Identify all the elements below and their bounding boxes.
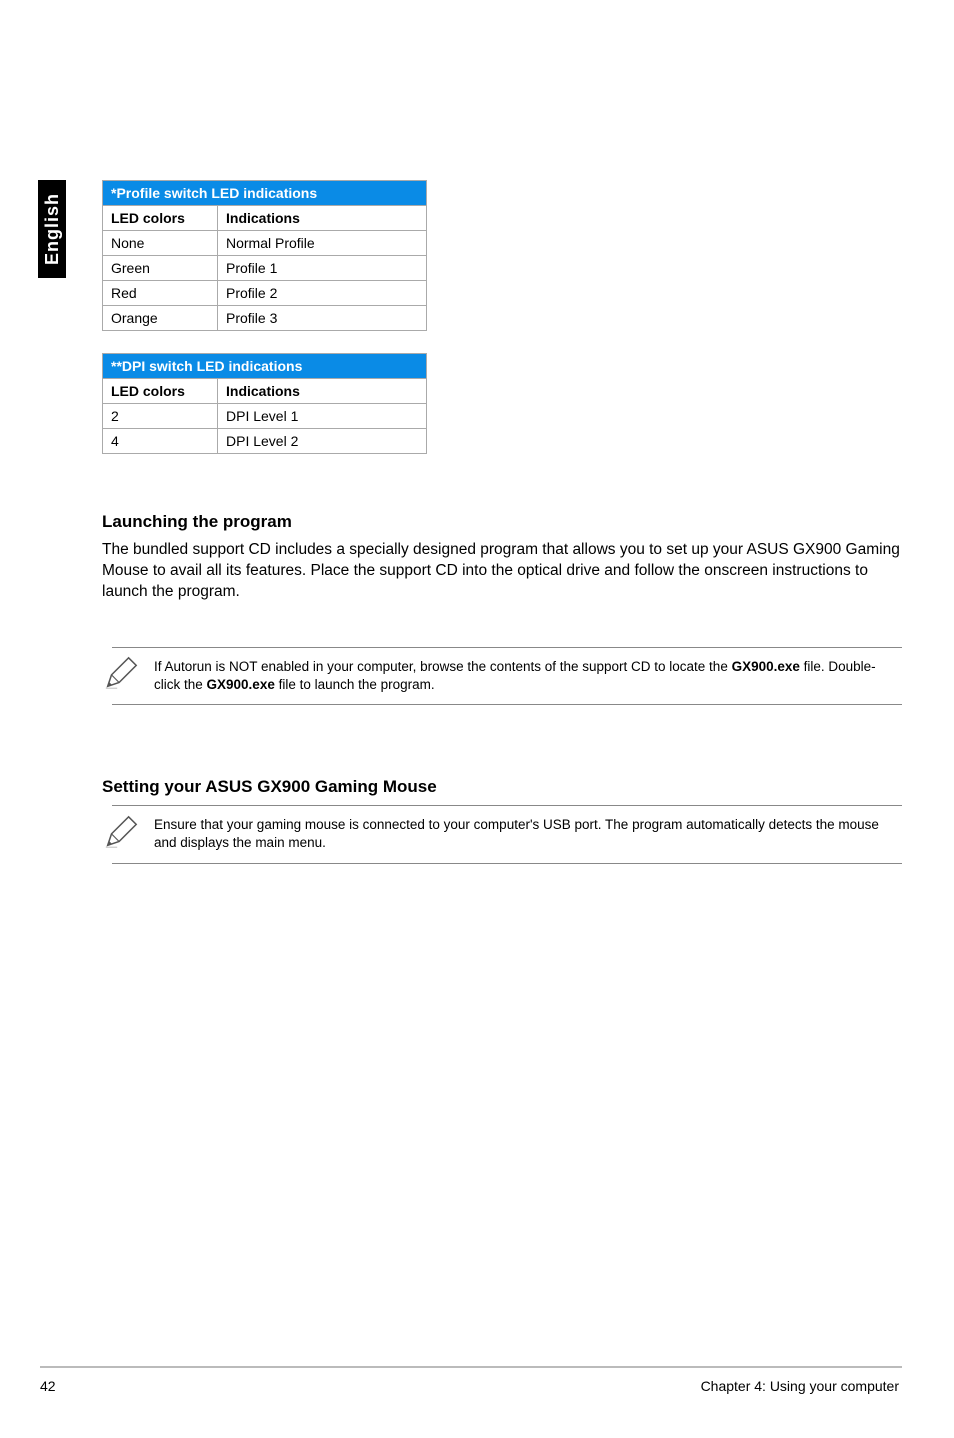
cell-indication: Normal Profile: [218, 231, 427, 256]
dpi-switch-table: **DPI switch LED indications LED colors …: [102, 353, 427, 454]
cell-indication: Profile 1: [218, 256, 427, 281]
note-text: Ensure that your gaming mouse is connect…: [112, 805, 902, 863]
cell-led-color: Red: [103, 281, 218, 306]
cell-led-color: None: [103, 231, 218, 256]
dpi-table-title: **DPI switch LED indications: [103, 354, 427, 379]
launching-heading: Launching the program: [102, 512, 902, 532]
page-number: 42: [40, 1378, 56, 1394]
table-row: Orange Profile 3: [103, 306, 427, 331]
chapter-reference: Chapter 4: Using your computer: [701, 1378, 899, 1394]
launching-body: The bundled support CD includes a specia…: [102, 540, 902, 603]
cell-led-color: 2: [103, 404, 218, 429]
note-text: If Autorun is NOT enabled in your comput…: [112, 647, 902, 705]
note-block: If Autorun is NOT enabled in your comput…: [102, 647, 902, 705]
table-row: Red Profile 2: [103, 281, 427, 306]
dpi-col2-header: Indications: [218, 379, 427, 404]
note-block: Ensure that your gaming mouse is connect…: [102, 805, 902, 863]
cell-led-color: Orange: [103, 306, 218, 331]
cell-indication: Profile 3: [218, 306, 427, 331]
language-tab: English: [38, 180, 66, 278]
cell-indication: DPI Level 2: [218, 429, 427, 454]
profile-switch-table: *Profile switch LED indications LED colo…: [102, 180, 427, 331]
profile-col2-header: Indications: [218, 206, 427, 231]
table-row: 4 DPI Level 2: [103, 429, 427, 454]
footer-divider: [40, 1366, 902, 1368]
table-row: 2 DPI Level 1: [103, 404, 427, 429]
profile-col1-header: LED colors: [103, 206, 218, 231]
cell-indication: DPI Level 1: [218, 404, 427, 429]
note-text-part: file to launch the program.: [275, 677, 435, 692]
note-text-part: If Autorun is NOT enabled in your comput…: [154, 659, 732, 674]
profile-table-title: *Profile switch LED indications: [103, 181, 427, 206]
dpi-col1-header: LED colors: [103, 379, 218, 404]
cell-indication: Profile 2: [218, 281, 427, 306]
cell-led-color: Green: [103, 256, 218, 281]
table-row: None Normal Profile: [103, 231, 427, 256]
table-row: Green Profile 1: [103, 256, 427, 281]
filename-bold: GX900.exe: [207, 677, 275, 692]
page-content: *Profile switch LED indications LED colo…: [102, 180, 902, 864]
filename-bold: GX900.exe: [732, 659, 800, 674]
cell-led-color: 4: [103, 429, 218, 454]
setting-heading: Setting your ASUS GX900 Gaming Mouse: [102, 777, 902, 797]
